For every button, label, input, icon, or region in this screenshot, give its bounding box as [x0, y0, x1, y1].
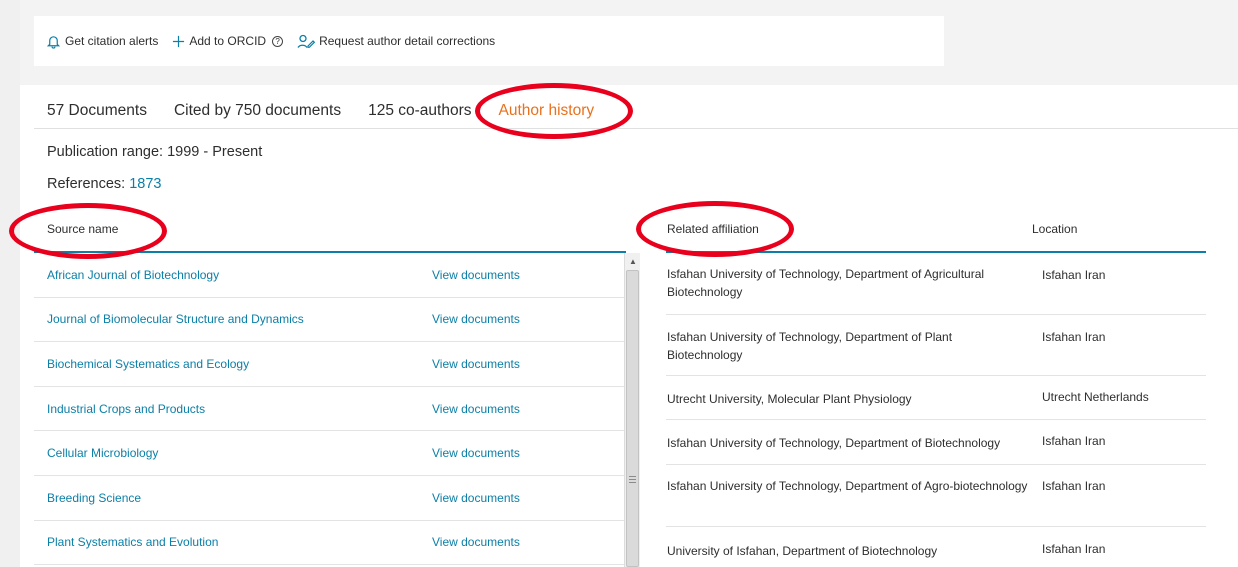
tabs-divider	[34, 128, 1238, 129]
table-row: African Journal of Biotechnology View do…	[34, 253, 626, 298]
get-citation-alerts-label: Get citation alerts	[65, 34, 159, 48]
add-to-orcid-label: Add to ORCID	[189, 34, 267, 48]
table-row: Isfahan University of Technology, Depart…	[666, 420, 1206, 465]
publication-range: Publication range: 1999 - Present	[47, 144, 263, 160]
table-row: Plant Systematics and Evolution View doc…	[34, 521, 626, 566]
view-documents-link[interactable]: View documents	[432, 268, 520, 282]
table-row: Isfahan University of Technology, Depart…	[666, 315, 1206, 376]
page-gutter	[0, 0, 20, 567]
affiliation-location: Isfahan Iran	[1042, 330, 1106, 344]
table-row: Industrial Crops and Products View docum…	[34, 387, 626, 432]
references-label: References:	[47, 176, 126, 192]
add-to-orcid-button[interactable]: Add to ORCID ?	[172, 34, 284, 48]
author-tabs: 57 Documents Cited by 750 documents 125 …	[47, 102, 594, 120]
source-name-header: Source name	[47, 222, 119, 236]
affiliation-name: Isfahan University of Technology, Depart…	[667, 330, 953, 362]
table-row: Breeding Science View documents	[34, 476, 626, 521]
grip-icon	[629, 476, 636, 484]
table-row: Biochemical Systematics and Ecology View…	[34, 342, 626, 387]
source-name-link[interactable]: Cellular Microbiology	[47, 446, 158, 460]
tab-author-history[interactable]: Author history	[499, 102, 595, 120]
scroll-up-arrow-icon[interactable]: ▲	[625, 253, 641, 269]
affiliation-name: Isfahan University of Technology, Depart…	[667, 479, 1028, 493]
affiliation-location: Isfahan Iran	[1042, 268, 1106, 282]
table-row: Isfahan University of Technology, Depart…	[666, 253, 1206, 315]
get-citation-alerts-button[interactable]: Get citation alerts	[46, 34, 158, 49]
affiliation-name: Isfahan University of Technology, Depart…	[667, 267, 985, 299]
affiliation-name: Utrecht University, Molecular Plant Phys…	[667, 392, 912, 406]
source-name-link[interactable]: Journal of Biomolecular Structure and Dy…	[47, 312, 304, 326]
affiliation-location: Isfahan Iran	[1042, 479, 1106, 493]
references-line: References: 1873	[47, 176, 161, 192]
author-action-bar: Get citation alerts Add to ORCID ? Reque…	[34, 16, 944, 66]
affiliation-location: Utrecht Netherlands	[1042, 390, 1149, 404]
location-header: Location	[1032, 222, 1078, 236]
affiliation-name: University of Isfahan, Department of Bio…	[667, 544, 938, 558]
source-name-link[interactable]: Plant Systematics and Evolution	[47, 535, 218, 549]
scrollbar-thumb[interactable]	[626, 270, 639, 567]
request-corrections-label: Request author detail corrections	[319, 34, 496, 48]
edit-user-icon	[297, 34, 316, 49]
view-documents-link[interactable]: View documents	[432, 312, 520, 326]
request-author-detail-corrections-button[interactable]: Request author detail corrections	[297, 34, 495, 49]
source-name-link[interactable]: Breeding Science	[47, 491, 141, 505]
table-row: University of Isfahan, Department of Bio…	[666, 527, 1206, 567]
affiliation-location: Isfahan Iran	[1042, 542, 1106, 556]
affiliation-name: Isfahan University of Technology, Depart…	[667, 436, 1001, 450]
tab-co-authors[interactable]: 125 co-authors	[368, 102, 471, 120]
source-name-link[interactable]: Industrial Crops and Products	[47, 402, 205, 416]
table-row: Utrecht University, Molecular Plant Phys…	[666, 376, 1206, 420]
view-documents-link[interactable]: View documents	[432, 535, 520, 549]
table-row: Cellular Microbiology View documents	[34, 431, 626, 476]
bell-icon	[46, 34, 61, 49]
plus-icon	[172, 35, 185, 48]
table-row: Isfahan University of Technology, Depart…	[666, 465, 1206, 527]
table-row: Journal of Biomolecular Structure and Dy…	[34, 298, 626, 343]
references-count-link[interactable]: 1873	[129, 176, 161, 192]
affiliation-location: Isfahan Iran	[1042, 434, 1106, 448]
view-documents-link[interactable]: View documents	[432, 402, 520, 416]
source-name-link[interactable]: Biochemical Systematics and Ecology	[47, 357, 249, 371]
view-documents-link[interactable]: View documents	[432, 357, 520, 371]
affiliation-list: Isfahan University of Technology, Depart…	[666, 253, 1206, 567]
tab-cited-by[interactable]: Cited by 750 documents	[174, 102, 341, 120]
related-affiliation-header: Related affiliation	[667, 222, 759, 236]
help-icon[interactable]: ?	[272, 35, 284, 47]
source-list[interactable]: African Journal of Biotechnology View do…	[34, 253, 626, 567]
view-documents-link[interactable]: View documents	[432, 491, 520, 505]
tab-documents[interactable]: 57 Documents	[47, 102, 147, 120]
source-name-link[interactable]: African Journal of Biotechnology	[47, 268, 219, 282]
view-documents-link[interactable]: View documents	[432, 446, 520, 460]
source-list-scrollbar[interactable]: ▲	[624, 253, 640, 567]
